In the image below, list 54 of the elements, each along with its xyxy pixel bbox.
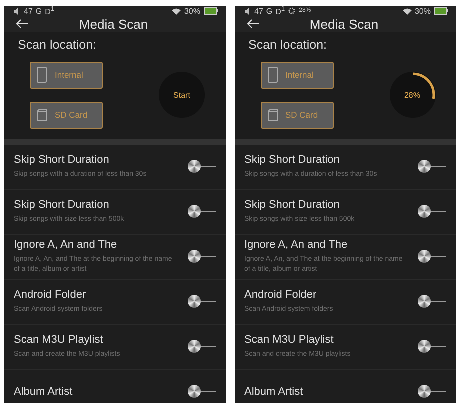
scan-location-label: Scan location: (18, 38, 98, 52)
status-text: 47 (254, 6, 264, 16)
toggle-switch[interactable] (418, 385, 446, 398)
toggle-switch[interactable] (188, 160, 216, 174)
scan-location-label: Scan location: (248, 38, 328, 52)
speaker-icon (14, 8, 21, 15)
toggle-switch[interactable] (188, 385, 216, 398)
toggle-switch[interactable] (188, 340, 216, 354)
toggle-switch[interactable] (418, 340, 446, 354)
setting-title: Ignore A, An and The (14, 238, 118, 251)
toggle-switch[interactable] (188, 205, 216, 218)
internal-button[interactable]: Internal (30, 62, 103, 89)
setting-title: Skip Short Duration (14, 154, 110, 166)
toggle-switch[interactable] (418, 205, 446, 218)
back-arrow-icon[interactable] (246, 19, 258, 30)
phone-icon (37, 67, 47, 84)
progress-ring: 28% (390, 72, 436, 118)
phone-icon (268, 67, 278, 84)
setting-title: Skip Short Duration (14, 198, 110, 211)
sd-card-icon (37, 109, 47, 122)
toggle-switch[interactable] (418, 250, 446, 264)
setting-title: Android Folder (244, 288, 318, 301)
sd-card-button[interactable]: SD Card (30, 102, 103, 129)
battery-percent: 30% (184, 6, 200, 16)
status-text: 47 (24, 6, 33, 16)
status-text: D$^{1}$ (276, 6, 286, 17)
speaker-icon (244, 8, 252, 15)
setting-title: Album Artist (14, 386, 74, 398)
setting-title: Android Folder (14, 288, 88, 301)
status-text: G (266, 6, 273, 16)
wifi-icon (172, 8, 182, 15)
setting-title: Ignore A, An and The (244, 238, 349, 251)
battery-icon (434, 7, 448, 16)
screen-title: Media Scan (78, 16, 150, 32)
toggle-switch[interactable] (188, 295, 216, 308)
setting-title: Skip Short Duration (244, 154, 341, 166)
status-text: G (36, 6, 42, 16)
start-button[interactable]: Start (159, 72, 205, 118)
back-arrow-icon[interactable] (16, 19, 28, 30)
screen-title: Media Scan (308, 16, 380, 32)
setting-title: Scan M3U Playlist (244, 334, 335, 346)
setting-title: Scan M3U Playlist (14, 334, 104, 346)
battery-icon (204, 7, 218, 16)
setting-title: Skip Short Duration (244, 198, 341, 211)
sd-card-icon (268, 109, 278, 122)
sd-card-button[interactable]: SD Card (260, 102, 334, 129)
toggle-switch[interactable] (188, 250, 216, 264)
toggle-switch[interactable] (418, 160, 446, 174)
setting-title: Album Artist (244, 386, 304, 398)
battery-percent: 30% (414, 6, 431, 16)
status-text: D$^{1}$ (45, 6, 55, 17)
internal-button[interactable]: Internal (260, 62, 334, 89)
wifi-icon (402, 8, 412, 15)
toggle-switch[interactable] (418, 295, 446, 308)
